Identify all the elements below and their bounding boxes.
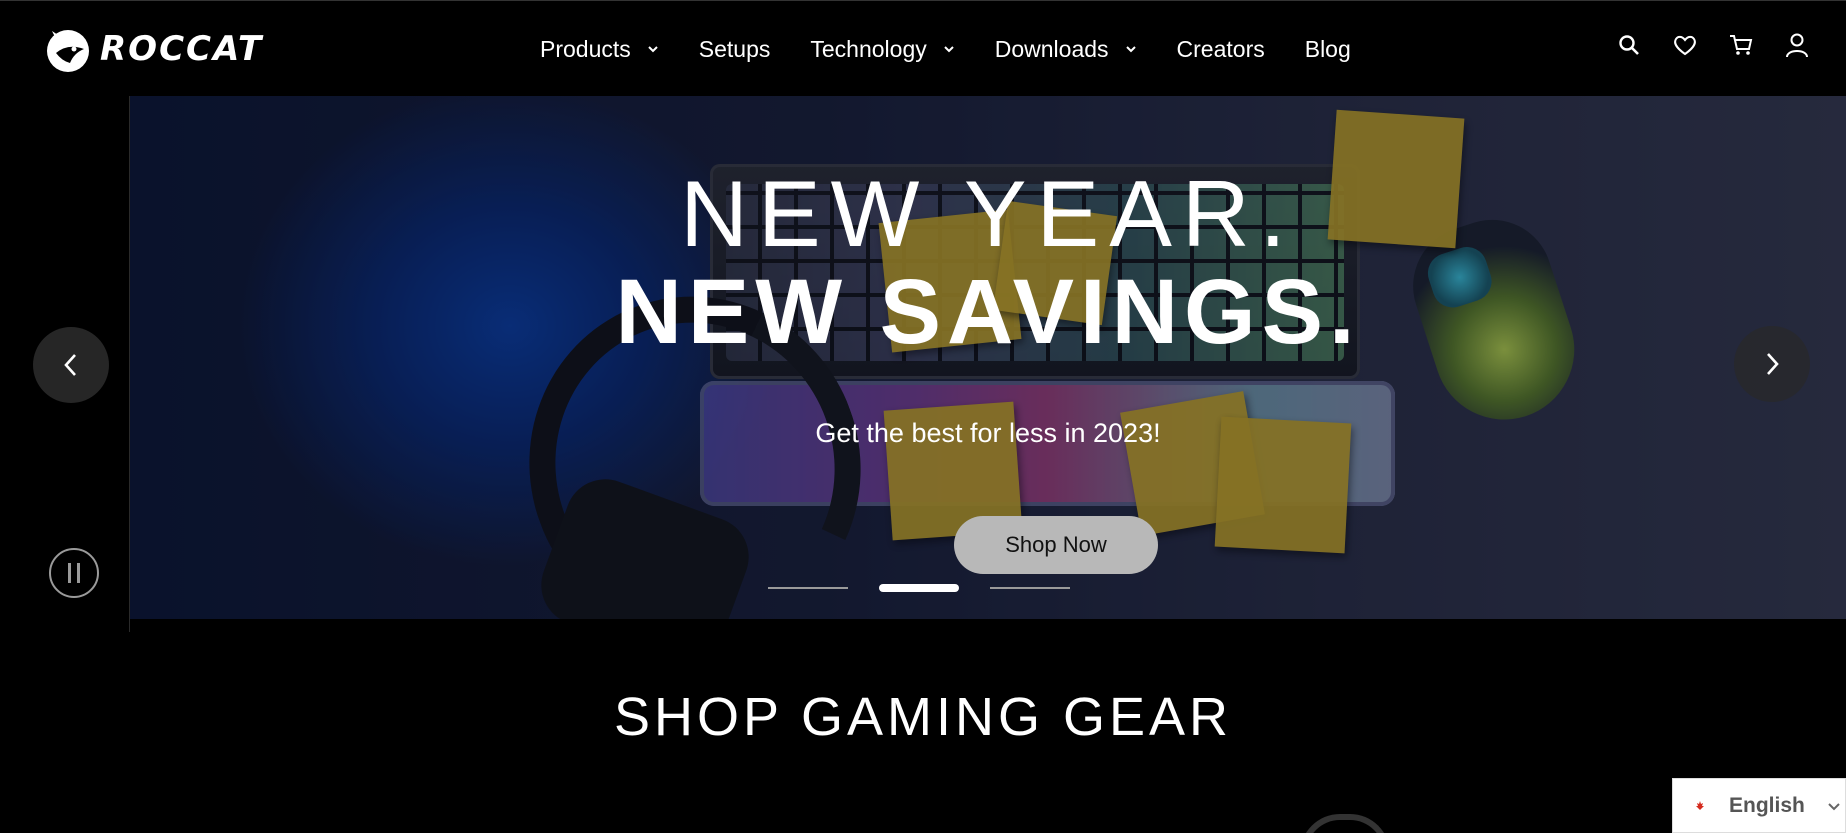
- section-title: SHOP GAMING GEAR: [613, 687, 1233, 747]
- pause-icon: [68, 563, 71, 583]
- carousel-dot-3[interactable]: [990, 587, 1070, 589]
- nav-label: Technology: [810, 35, 927, 62]
- chevron-down-icon: [648, 46, 658, 53]
- nav-products[interactable]: Products: [540, 36, 659, 63]
- chevron-down-icon: [1125, 46, 1136, 53]
- carousel-dot-2[interactable]: [879, 584, 959, 592]
- site-header: ROCCAT Products Setups Technology Downlo…: [0, 0, 1846, 96]
- nav-label: Products: [540, 35, 631, 62]
- carousel-next-button[interactable]: [1734, 326, 1810, 402]
- main-nav: Products Setups Technology Downloads Cre…: [540, 1, 1391, 97]
- carousel-dot-1[interactable]: [768, 587, 848, 589]
- hero-banner: NEW YEAR. NEW SAVINGS. Get the best for …: [130, 96, 1846, 619]
- carousel-pause-button[interactable]: [49, 548, 99, 598]
- language-selector[interactable]: English: [1672, 778, 1846, 833]
- roccat-logo[interactable]: ROCCAT: [44, 23, 263, 75]
- language-label: English: [1729, 793, 1805, 817]
- hero-headline-line2: NEW SAVINGS.: [615, 261, 1361, 363]
- nav-technology[interactable]: Technology: [810, 36, 954, 63]
- nav-label: Creators: [1176, 35, 1265, 62]
- carousel-indicators: [768, 584, 1070, 592]
- search-icon[interactable]: [1616, 31, 1642, 59]
- nav-label: Downloads: [994, 35, 1109, 62]
- nav-label: Blog: [1304, 35, 1351, 62]
- carousel-prev-button[interactable]: [33, 327, 109, 403]
- hero-headline-line1: NEW YEAR.: [680, 161, 1296, 266]
- header-actions: [1616, 31, 1810, 59]
- nav-label: Setups: [698, 35, 771, 62]
- account-icon[interactable]: [1784, 31, 1810, 59]
- nav-blog[interactable]: Blog: [1305, 36, 1351, 63]
- panther-logo-icon: [47, 30, 89, 72]
- cart-icon[interactable]: [1728, 31, 1754, 59]
- chevron-down-icon: [944, 46, 954, 53]
- chevron-right-icon: [1767, 353, 1779, 375]
- product-preview: [1300, 814, 1390, 833]
- wishlist-heart-icon[interactable]: [1672, 31, 1698, 59]
- nav-creators[interactable]: Creators: [1177, 36, 1265, 63]
- nav-setups[interactable]: Setups: [699, 36, 771, 63]
- pause-icon: [77, 563, 80, 583]
- shop-now-button[interactable]: Shop Now: [954, 516, 1158, 574]
- chevron-down-icon: [1828, 802, 1840, 810]
- nav-downloads[interactable]: Downloads: [995, 36, 1137, 63]
- hero-subheadline: Get the best for less in 2023!: [815, 418, 1161, 448]
- canada-flag-icon: [1691, 798, 1709, 813]
- chevron-left-icon: [64, 354, 76, 376]
- logo-wordmark: ROCCAT: [100, 29, 264, 69]
